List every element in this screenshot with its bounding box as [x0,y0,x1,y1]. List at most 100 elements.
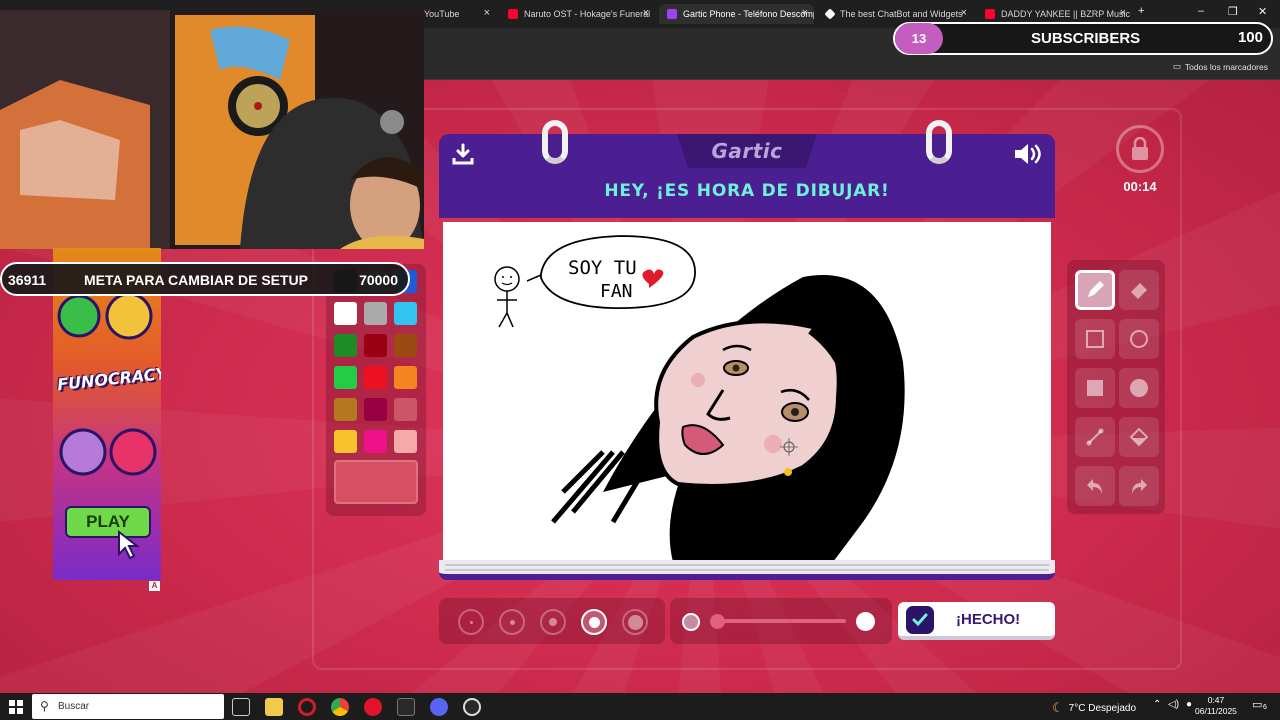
volume-tray-icon[interactable]: ◁) [1168,699,1179,710]
brush-size-dot [588,616,600,628]
brush-size-option[interactable] [458,609,484,635]
brush-size-option[interactable] [581,609,607,635]
ellipse-outline-tool[interactable] [1119,319,1159,359]
chrome-icon[interactable] [331,698,349,716]
all-bookmarks[interactable]: ▭ Todos los marcadores [1173,61,1268,72]
notification-count: 6 [1263,704,1267,711]
minimize-icon[interactable]: – [1198,5,1204,17]
color-swatch[interactable] [364,302,387,325]
new-tab-button[interactable]: + [1138,5,1144,17]
eraser-icon [1131,283,1147,299]
weather-widget[interactable]: ☾ 7°C Despejado [1052,700,1136,716]
epic-games-icon[interactable] [397,698,415,716]
close-icon[interactable]: × [961,7,967,19]
brush-size-option[interactable] [540,609,566,635]
discord-icon[interactable] [430,698,448,716]
line-icon [1086,428,1104,446]
close-icon[interactable]: × [643,7,649,19]
ad-faces [59,428,157,476]
color-swatch[interactable] [364,366,387,389]
opera-gx-icon[interactable] [364,698,382,716]
color-swatch[interactable] [394,430,417,453]
book-ring-left [542,120,568,164]
fill-bucket-tool[interactable] [1119,417,1159,457]
color-swatch[interactable] [334,302,357,325]
draw-instruction: HEY, ¡ES HORA DE DIBUJAR! [604,181,890,201]
countdown-timer: 00:14 [1123,179,1157,194]
color-swatch[interactable] [334,366,357,389]
rectangle-fill-tool[interactable] [1075,368,1115,408]
color-swatch[interactable] [334,334,357,357]
gartic-logo: Gartic [677,134,817,168]
done-label: ¡HECHO! [956,610,1021,628]
tab-gartic[interactable]: Gartic Phone - Teléfono Descompuesto × [659,4,814,24]
eraser-tool[interactable] [1119,270,1159,310]
close-icon[interactable]: × [802,7,808,19]
obs-icon[interactable] [463,698,481,716]
system-clock[interactable]: 0:47 06/11/2025 [1195,695,1237,717]
lock-button[interactable] [1116,125,1164,173]
lock-icon [1132,137,1148,160]
square-outline-icon [1086,330,1104,348]
color-swatch[interactable] [394,366,417,389]
pencil-tool[interactable] [1075,270,1115,310]
goal-target-value: 70000 [359,272,398,288]
funocracy-ad[interactable]: FUNOCRACY PLAY [53,248,161,580]
tab-naruto[interactable]: Naruto OST - Hokage's Funeral × [500,4,655,24]
file-explorer-icon[interactable] [265,698,283,716]
brush-size-dot [509,619,515,625]
circle-filled-icon [1130,379,1148,397]
drawing-book: Gartic HEY, ¡ES HORA DE DIBUJAR! SOY TU … [439,120,1055,586]
color-swatch[interactable] [394,334,417,357]
color-swatch[interactable] [334,430,357,453]
gartic-icon [667,9,677,19]
book-ring-right [926,120,952,164]
task-view-icon[interactable] [232,698,250,716]
opera-icon[interactable] [298,698,316,716]
close-icon[interactable]: × [1120,7,1126,19]
rectangle-outline-tool[interactable] [1075,319,1115,359]
volume-icon[interactable] [1013,142,1043,171]
bucket-icon [1129,427,1149,447]
tab-label: YouTube [424,9,460,19]
close-window-icon[interactable]: ✕ [1258,5,1267,18]
microphone-icon[interactable]: ● [1186,699,1192,710]
circle-outline-icon [1130,330,1148,348]
subscribers-goal: 100 [1237,29,1263,46]
done-button[interactable]: ¡HECHO! [898,602,1055,640]
windows-start-icon[interactable] [9,700,23,714]
color-swatch[interactable] [394,302,417,325]
taskbar-search[interactable]: ⚲ Buscar [32,694,224,719]
opacity-thumb[interactable] [856,612,875,631]
color-swatch[interactable] [334,398,357,421]
color-swatch[interactable] [364,430,387,453]
tab-chatbot[interactable]: The best ChatBot and Widgets × [818,4,973,24]
drawing-text-2: FAN [600,281,633,302]
tab-daddy-yankee[interactable]: DADDY YANKEE || BZRP Music Sessions × [977,4,1132,24]
brush-size-option[interactable] [499,609,525,635]
download-icon[interactable] [451,142,475,171]
undo-button[interactable] [1075,466,1115,506]
tray-chevron-icon[interactable]: ⌃ [1153,699,1161,710]
subscribers-goal-bar: 13 SUBSCRIBERS 100 [893,22,1273,55]
drawing-text-1: SOY TU [568,257,637,279]
tab-label: The best ChatBot and Widgets [840,9,963,19]
ellipse-fill-tool[interactable] [1119,368,1159,408]
color-swatch[interactable] [364,334,387,357]
opacity-track-fill [718,619,846,623]
color-swatch[interactable] [364,398,387,421]
close-icon[interactable]: × [484,7,490,19]
setup-goal-bar: 36911 META PARA CAMBIAR DE SETUP 70000 [0,262,410,296]
tab-youtube[interactable]: YouTube × [416,4,496,24]
brush-size-selector [439,598,665,644]
redo-button[interactable] [1119,466,1159,506]
drawing-canvas[interactable]: SOY TU FAN [443,222,1051,562]
redo-icon [1132,479,1147,494]
folder-icon: ▭ [1172,61,1181,71]
restore-icon[interactable]: ❐ [1228,5,1238,18]
pencil-icon [1088,281,1104,297]
brush-size-option[interactable] [622,609,648,635]
color-swatch[interactable] [394,398,417,421]
line-tool[interactable] [1075,417,1115,457]
notification-icon[interactable]: ▭ [1252,698,1262,711]
